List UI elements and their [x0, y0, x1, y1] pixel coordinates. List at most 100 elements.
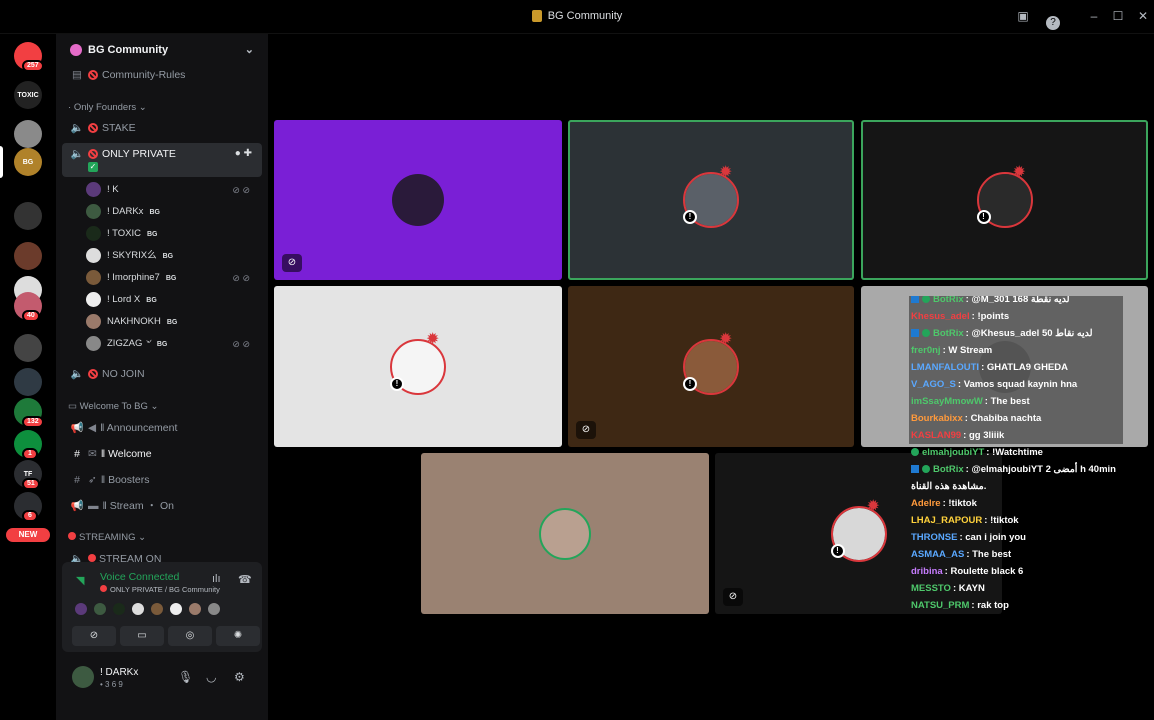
participant-avatar[interactable]	[169, 602, 183, 616]
hash-icon: #	[74, 474, 80, 486]
chevron-down-icon[interactable]: ⌄	[245, 43, 254, 56]
selected-server-indicator	[0, 146, 3, 178]
chat-message: مشاهدة هذه القناة.	[909, 478, 986, 495]
channel-boosters[interactable]: # ➶ ǁ Boosters	[62, 469, 262, 491]
participant-avatar[interactable]	[131, 602, 145, 616]
participant-avatar[interactable]	[74, 602, 88, 616]
server-logo-icon	[531, 10, 542, 23]
platform-icon	[911, 465, 919, 474]
chat-text: @M_301 168 لديه نقطة	[971, 296, 1070, 305]
no-entry-icon	[88, 369, 98, 380]
avatar	[86, 225, 101, 241]
live-dot-icon	[68, 532, 76, 540]
server-header[interactable]: BG Community ⌄	[56, 34, 268, 68]
user-panel: ! DARKx • 3 6 9 🎙 ◡ ⚙	[56, 660, 268, 700]
inbox-icon[interactable]: ▣	[1015, 9, 1031, 23]
chat-username: BotRix	[933, 464, 964, 475]
chat-username: elmahjoubiYT	[922, 447, 985, 458]
chat-text: KAYN	[958, 583, 985, 594]
no-entry-icon	[88, 123, 98, 134]
category-welcome[interactable]: ▭ Welcome To BG ⌄	[68, 401, 159, 412]
maximize-button[interactable]: ☐	[1110, 9, 1126, 23]
minimize-button[interactable]: –	[1086, 9, 1102, 23]
chat-message: BotRix: @M_301 168 لديه نقطة	[909, 296, 1123, 308]
help-icon[interactable]: ?	[1046, 16, 1060, 30]
video-tile[interactable]: ✹ !	[861, 120, 1148, 280]
server-icon[interactable]	[14, 368, 42, 396]
channel-welcome[interactable]: # ✉ ǁ Welcome	[62, 443, 262, 465]
server-icon[interactable]	[14, 242, 42, 270]
chat-text: rak top	[977, 600, 1009, 611]
avatar[interactable]	[72, 666, 94, 688]
chat-message: LHAJ_RAPOUR: !tiktok	[909, 512, 1019, 529]
unread-badge: 40	[22, 310, 40, 322]
close-button[interactable]: ✕	[1135, 9, 1151, 23]
username[interactable]: ! DARKx	[100, 667, 138, 678]
chat-message: BotRix: @Khesus_adel 50 لديه نقاط	[909, 325, 1123, 342]
envelope-icon: ✉	[88, 448, 97, 460]
participant-avatar[interactable]	[112, 602, 126, 616]
voice-user[interactable]: ! DARKx BG	[86, 202, 262, 222]
channel-only-private[interactable]: 🔈 ONLY PRIVATE ● ✚ ✓	[62, 143, 262, 177]
server-icon[interactable]: BG	[14, 148, 42, 176]
server-icon[interactable]: TOXIC	[14, 81, 42, 109]
video-tile[interactable]: ⊘	[274, 120, 562, 280]
chat-message: frer0nj: W Stream	[909, 342, 1123, 359]
participant-avatar[interactable]	[207, 602, 221, 616]
channel-announcement[interactable]: 📢 ◀ ǁ Announcement	[62, 417, 262, 439]
server-icon[interactable]	[14, 334, 42, 362]
verified-icon	[922, 465, 930, 474]
chat-username: Khesus_adel	[911, 311, 970, 322]
speaker-locked-icon: 🔈	[70, 122, 84, 134]
noise-suppression-icon[interactable]: ılı	[212, 573, 221, 585]
server-icon[interactable]	[14, 120, 42, 148]
voice-user[interactable]: NAKHNOKH BG	[86, 312, 262, 332]
participant-avatar[interactable]	[188, 602, 202, 616]
voice-user-name: ! SKYRIX么	[107, 250, 157, 261]
voice-user[interactable]: ZIGZAG ৺ BG ⊘ ⊘	[86, 334, 262, 354]
chat-text: gg 3liiik	[968, 430, 1005, 441]
server-tag: BG	[149, 209, 160, 216]
channel-stake[interactable]: 🔈 STAKE	[62, 117, 262, 139]
chat-bubble-icon[interactable]: ● ✚	[235, 143, 252, 165]
gear-icon[interactable]: ⚙	[234, 670, 245, 684]
chat-text: @elmahjoubiYT 2 أمضى h 40min	[971, 464, 1116, 475]
voice-status[interactable]: Voice Connected	[100, 571, 179, 583]
category-only-founders[interactable]: · Only Founders ⌄	[68, 102, 147, 113]
list-icon: ▤	[72, 69, 82, 81]
video-tile[interactable]	[421, 453, 709, 614]
voice-user[interactable]: ! SKYRIX么 BG	[86, 246, 262, 266]
video-tile[interactable]: ✹ !	[568, 120, 854, 280]
channel-stream-on[interactable]: 🔈 STREAM ON	[62, 548, 262, 562]
voice-user[interactable]: ! Imorphine7 BG ⊘ ⊘	[86, 268, 262, 288]
voice-user[interactable]: ! K ⊘ ⊘	[86, 180, 262, 200]
server-icon[interactable]	[14, 202, 42, 230]
video-tile[interactable]: ✹ !	[274, 286, 562, 447]
disconnect-icon[interactable]: ☎	[238, 573, 252, 586]
participant-avatar[interactable]	[150, 602, 164, 616]
activity-button[interactable]: ◎	[168, 626, 212, 646]
microphone-icon[interactable]: 🎙	[178, 670, 193, 684]
headphones-icon[interactable]: ◡	[206, 670, 216, 684]
chat-text: Vamos squad kaynin hna	[963, 379, 1078, 390]
voice-channel-path[interactable]: ONLY PRIVATE / BG Community	[100, 585, 220, 594]
platform-icon	[911, 329, 919, 338]
channel-community-rules[interactable]: ▤ Community-Rules	[62, 64, 262, 86]
soundboard-button[interactable]: ✺	[216, 626, 260, 646]
category-streaming[interactable]: STREAMING ⌄	[68, 532, 146, 543]
chat-message: Khesus_adel: !points	[909, 308, 1123, 325]
camera-off-button[interactable]: ⊘	[72, 626, 116, 646]
voice-user[interactable]: ! Lord X BG	[86, 290, 262, 310]
voice-user[interactable]: ! TOXIC BG	[86, 224, 262, 244]
share-screen-button[interactable]: ▭	[120, 626, 164, 646]
channel-no-join[interactable]: 🔈 NO JOIN	[62, 363, 262, 385]
video-tile[interactable]: ✹ ! ⊘	[568, 286, 854, 447]
anger-icon: ✹	[426, 330, 440, 348]
new-badge[interactable]: NEW	[6, 528, 50, 542]
channel-stream[interactable]: 📢 ▬ ǁ Stream ・ On	[62, 495, 262, 517]
chat-username: V_AGO_S	[911, 379, 956, 390]
chat-username: Bourkabixx	[911, 413, 963, 424]
anger-icon: ✹	[866, 497, 880, 515]
participant-avatar[interactable]	[93, 602, 107, 616]
monitor-icon: ▬	[88, 500, 99, 512]
